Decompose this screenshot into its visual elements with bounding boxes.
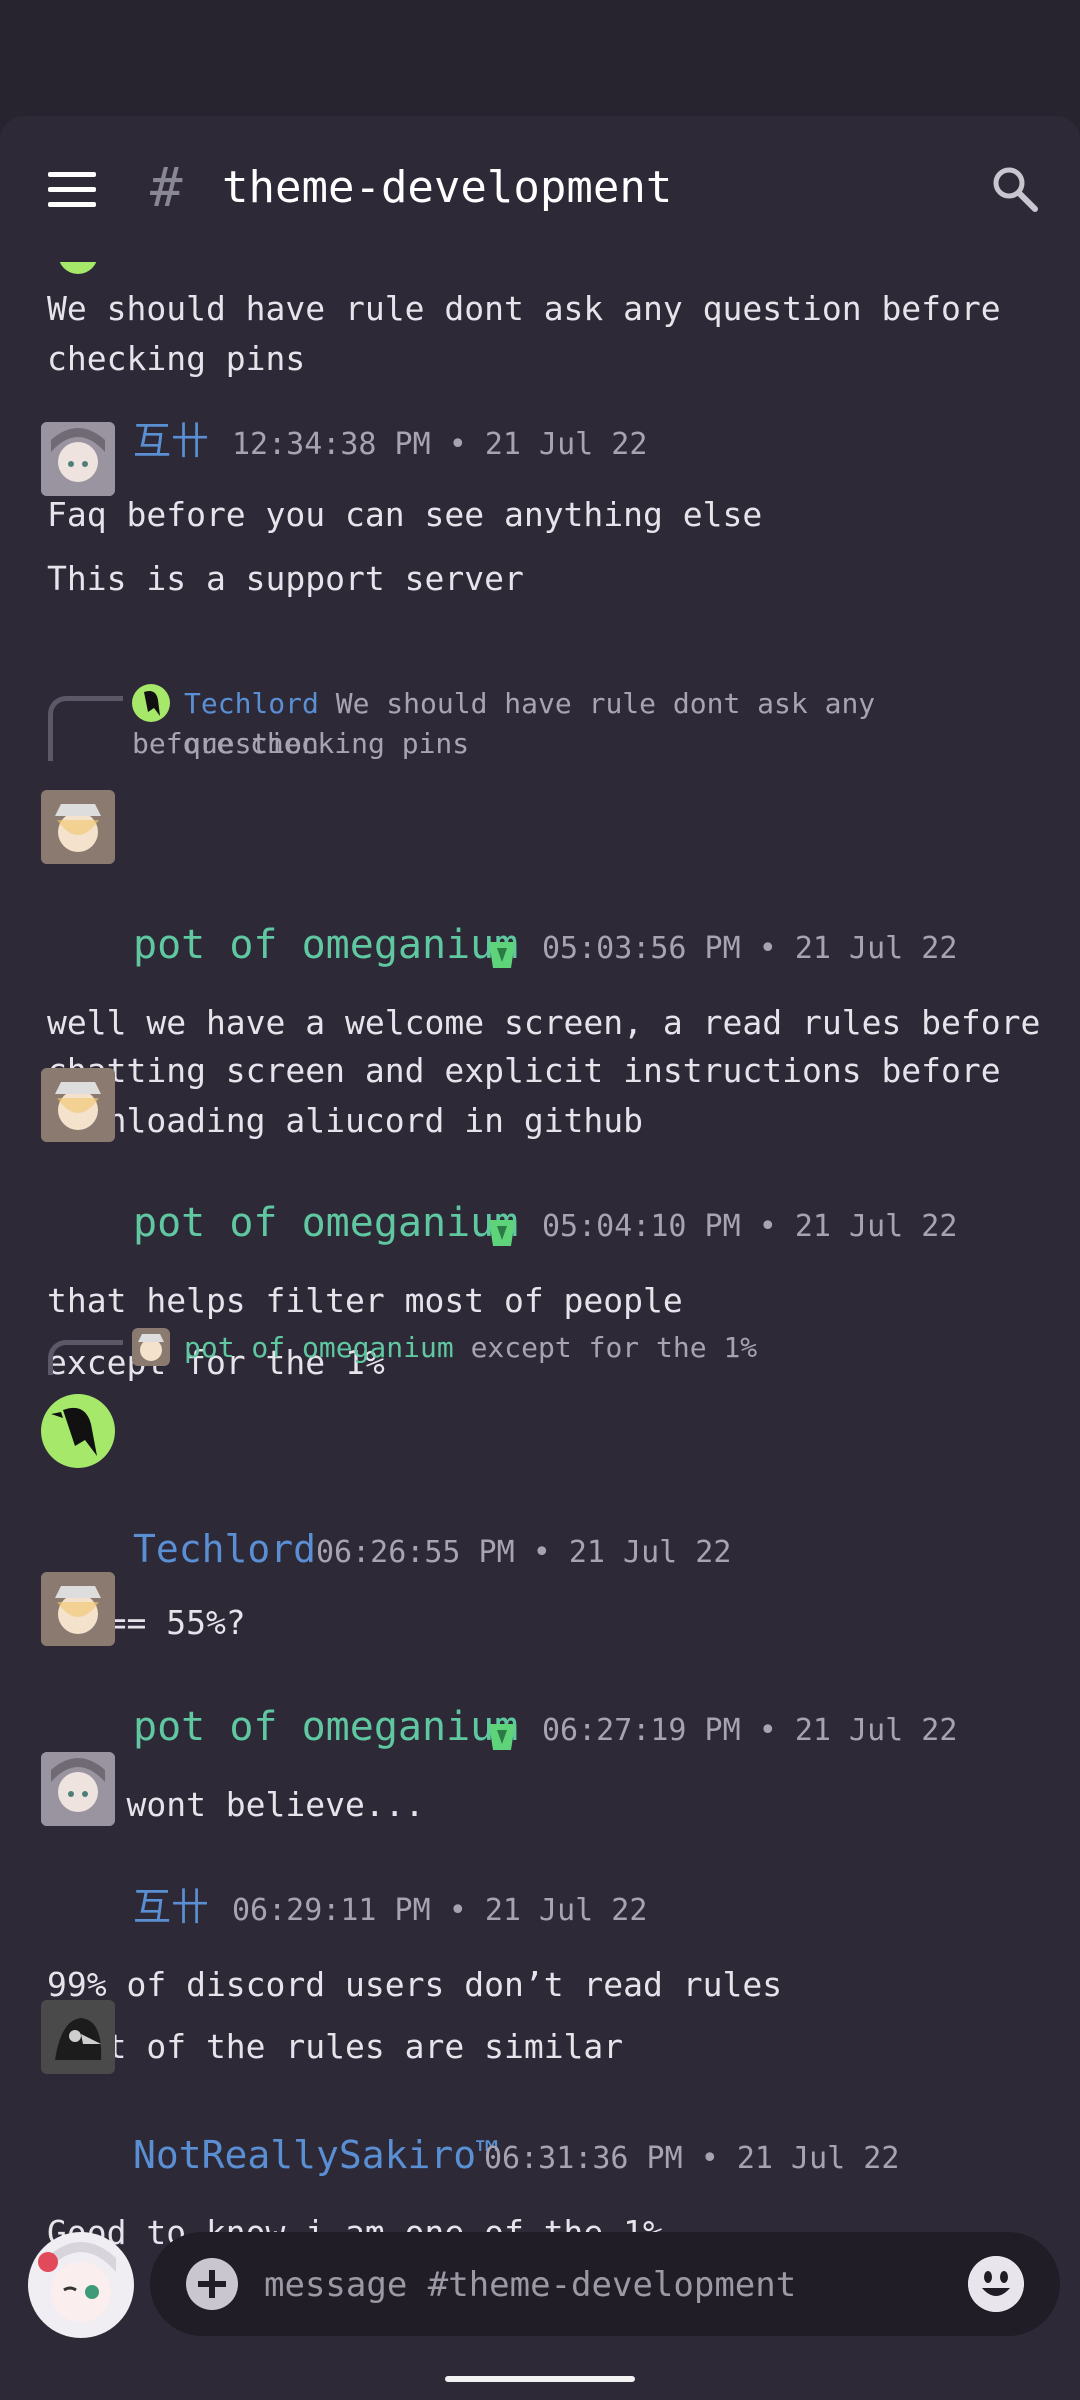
author-name[interactable]: pot of omeganium: [133, 1198, 518, 1248]
reply-author[interactable]: pot of omeganium: [184, 1331, 454, 1364]
message-text: This is a support server: [47, 559, 524, 598]
timestamp: 06:29:11 PM • 21 Jul 22: [232, 1893, 648, 1928]
timestamp: 06:26:55 PM • 21 Jul 22: [316, 1535, 732, 1570]
user-avatar[interactable]: [28, 2232, 134, 2338]
message-text: well we have a welcome screen, a read ru…: [47, 1003, 1041, 1042]
boost-badge-icon: [489, 1220, 515, 1246]
hamburger-menu-icon[interactable]: [48, 172, 96, 208]
avatar[interactable]: [41, 1394, 115, 1468]
message-text: that helps filter most of people: [47, 1281, 683, 1320]
timestamp: 06:27:19 PM • 21 Jul 22: [542, 1713, 958, 1748]
author-name[interactable]: pot of omeganium: [133, 920, 518, 970]
reply-avatar: [132, 684, 170, 722]
message-text: Faq before you can see anything else: [47, 495, 763, 534]
channel-title[interactable]: theme-development: [222, 160, 672, 216]
message-text: chatting screen and explicit instruction…: [47, 1051, 1001, 1090]
avatar[interactable]: [41, 790, 115, 864]
channel-hash-icon: #: [150, 156, 183, 219]
status-bar: [0, 0, 1080, 116]
reply-connector: [48, 1340, 123, 1375]
author-name[interactable]: pot of omeganium: [133, 1702, 518, 1752]
author-name[interactable]: NotReallySakiro™: [133, 2130, 499, 2180]
author-name[interactable]: 互卄: [133, 1882, 209, 1932]
reply-content-continued: before checking pins: [132, 727, 470, 760]
avatar[interactable]: [41, 2000, 115, 2074]
avatar[interactable]: [41, 1068, 115, 1142]
message-composer: [150, 2232, 1060, 2336]
message-input[interactable]: [262, 2250, 906, 2320]
message-text: Most of the rules are similar: [47, 2027, 624, 2066]
message-text: you wont believe...: [47, 1785, 425, 1824]
message-text: checking pins: [47, 339, 306, 378]
avatar[interactable]: [41, 1752, 115, 1826]
channel-header: # theme-development: [0, 116, 1080, 262]
timestamp: 06:31:36 PM • 21 Jul 22: [484, 2141, 900, 2176]
reply-connector: [48, 696, 123, 761]
author-name[interactable]: Techlord: [133, 1524, 316, 1574]
timestamp: 12:34:38 PM • 21 Jul 22: [232, 427, 648, 462]
plus-circle-icon[interactable]: [186, 2258, 238, 2310]
avatar[interactable]: [41, 422, 115, 496]
message-text: 1% == 55%?: [47, 1603, 246, 1642]
author-name[interactable]: 互卄: [133, 416, 209, 466]
avatar[interactable]: [41, 1572, 115, 1646]
timestamp: 05:03:56 PM • 21 Jul 22: [542, 931, 958, 966]
home-indicator[interactable]: [445, 2376, 635, 2382]
reply-content: except for the 1%: [470, 1331, 758, 1364]
reply-avatar: [132, 1328, 170, 1366]
reply-author[interactable]: Techlord: [184, 687, 319, 720]
message-text: We should have rule dont ask any questio…: [47, 289, 1001, 328]
emoji-smile-icon[interactable]: [968, 2256, 1024, 2312]
message-text: downloading aliucord in github: [47, 1101, 644, 1140]
chat-panel: # theme-development We should have rule …: [0, 116, 1080, 2400]
timestamp: 05:04:10 PM • 21 Jul 22: [542, 1209, 958, 1244]
boost-badge-icon: [489, 942, 515, 968]
search-icon[interactable]: [990, 164, 1040, 214]
message-text: 99% of discord users don’t read rules: [47, 1965, 783, 2004]
reply-preview[interactable]: pot of omeganium except for the 1%: [184, 1328, 1004, 1368]
boost-badge-icon: [489, 1724, 515, 1750]
